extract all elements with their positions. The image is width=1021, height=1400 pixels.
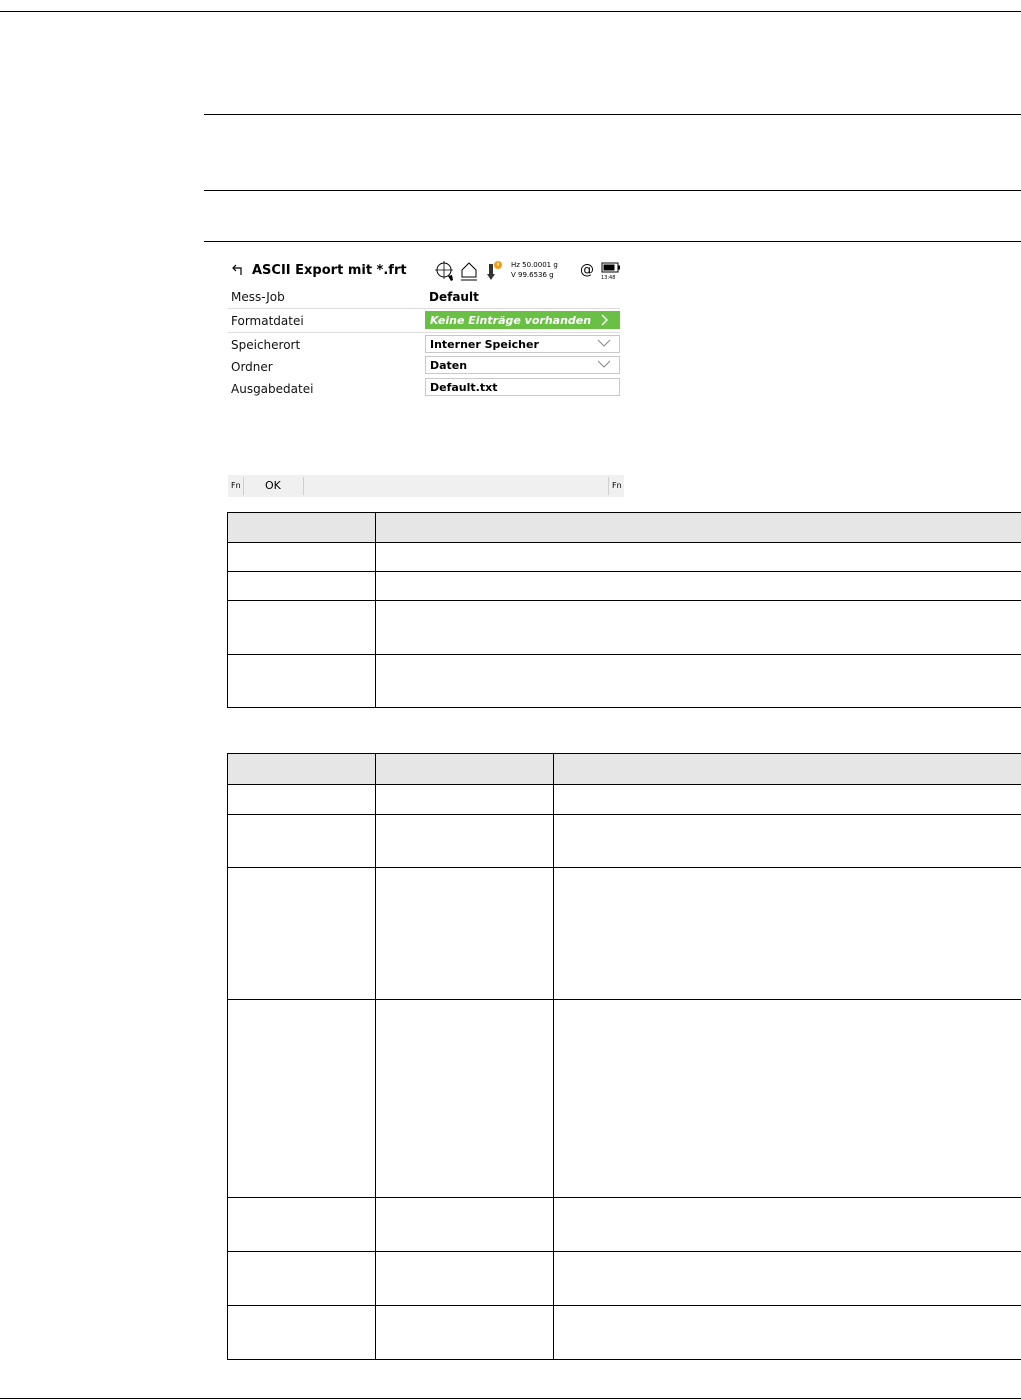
ausgabedatei-input[interactable]: Default.txt [425, 378, 620, 396]
table-cell [375, 1305, 554, 1360]
field-row-ordner: Ordner Daten [228, 356, 620, 378]
softkey-separator [243, 477, 244, 495]
prism-warning-icon [487, 261, 502, 280]
table-cell [375, 1197, 554, 1252]
table-cell [375, 600, 1021, 655]
page-top-rule [0, 11, 1021, 12]
formatdatei-value: Keine Einträge vorhanden [430, 314, 592, 327]
mess-job-value: Default [429, 290, 479, 304]
table-cell [227, 600, 376, 655]
home-station-icon [461, 262, 477, 281]
formatdatei-selector[interactable]: Keine Einträge vorhanden [425, 311, 620, 329]
softkey-bar: Fn OK Fn [228, 475, 624, 497]
ausgabedatei-value: Default.txt [430, 381, 498, 394]
table-cell [227, 1197, 376, 1252]
table-cell [375, 542, 1021, 572]
table-cell [227, 814, 376, 868]
softkey-separator [608, 477, 609, 495]
table-row [227, 1197, 1021, 1252]
speicherort-dropdown[interactable]: Interner Speicher [425, 335, 620, 353]
table-cell [227, 867, 376, 1000]
mess-job-label: Mess-Job [231, 290, 285, 304]
table-cell [375, 784, 554, 815]
field-row-ausgabedatei: Ausgabedatei Default.txt [228, 378, 620, 400]
clock-time: 13:48 [601, 275, 616, 281]
table-cell [227, 999, 376, 1198]
table-cell [227, 654, 376, 708]
ordner-dropdown[interactable]: Daten [425, 356, 620, 374]
table-cell [553, 1197, 1021, 1252]
page-bottom-rule [0, 1398, 1021, 1399]
table-row [227, 571, 1021, 601]
table-row [227, 600, 1021, 655]
at-icon: @ [580, 262, 594, 278]
screen-title-bar: ASCII Export mit *.frt Hz 50.0001 g V 99… [228, 258, 624, 284]
table-cell [375, 999, 554, 1198]
hz-readout: Hz 50.0001 g [511, 261, 558, 269]
table-row [227, 999, 1021, 1198]
table-header-cell [375, 512, 1021, 543]
chevron-down-icon [597, 360, 611, 368]
table-header-cell [375, 753, 554, 785]
table-cell [375, 814, 554, 868]
field-row-mess-job: Mess-Job Default [228, 286, 620, 309]
table-header-cell [553, 753, 1021, 785]
table-row [227, 654, 1021, 708]
fn-left-key[interactable]: Fn [231, 475, 241, 497]
fn-right-key[interactable]: Fn [612, 475, 622, 497]
table-header-cell [227, 753, 376, 785]
table-cell [375, 1251, 554, 1306]
ausgabedatei-label: Ausgabedatei [231, 382, 314, 396]
table-cell [553, 999, 1021, 1198]
section-rule-1 [204, 114, 1021, 115]
ordner-label: Ordner [231, 360, 273, 374]
screen-title: ASCII Export mit *.frt [252, 263, 407, 278]
table-cell [375, 654, 1021, 708]
table-cell [227, 1305, 376, 1360]
softkey-table [227, 512, 1021, 708]
table-row [227, 867, 1021, 1000]
table-cell [227, 1251, 376, 1306]
table-cell [553, 1305, 1021, 1360]
ok-button[interactable]: OK [265, 475, 281, 497]
table-cell [227, 542, 376, 572]
table-cell [553, 1251, 1021, 1306]
device-screen: ASCII Export mit *.frt Hz 50.0001 g V 99… [228, 258, 624, 498]
table-row [227, 1305, 1021, 1360]
angle-readout: Hz 50.0001 g V 99.6536 g [511, 260, 558, 280]
field-row-speicherort: Speicherort Interner Speicher [228, 334, 620, 356]
back-arrow-icon[interactable] [230, 263, 244, 277]
speicherort-label: Speicherort [231, 338, 301, 352]
table-header-row [227, 512, 1021, 543]
speicherort-value: Interner Speicher [430, 338, 539, 351]
table-row [227, 814, 1021, 868]
table-cell [553, 814, 1021, 868]
section-rule-2 [204, 190, 1021, 191]
battery-icon [601, 262, 620, 273]
field-description-table [227, 753, 1021, 1360]
softkey-separator [303, 477, 304, 495]
field-row-formatdatei: Formatdatei Keine Einträge vorhanden [228, 310, 620, 333]
ordner-value: Daten [430, 359, 468, 372]
table-header-row [227, 753, 1021, 785]
table-cell [375, 867, 554, 1000]
table-cell [227, 571, 376, 601]
target-hand-icon [435, 261, 453, 281]
table-cell [553, 784, 1021, 815]
v-readout: V 99.6536 g [511, 271, 554, 279]
table-row [227, 542, 1021, 572]
table-row [227, 1251, 1021, 1306]
table-cell [553, 867, 1021, 1000]
table-row [227, 784, 1021, 815]
table-cell [227, 784, 376, 815]
formatdatei-label: Formatdatei [231, 314, 304, 328]
chevron-right-icon [601, 314, 608, 326]
chevron-down-icon [597, 339, 611, 347]
section-rule-3 [204, 241, 1021, 242]
table-header-cell [227, 512, 376, 543]
table-cell [375, 571, 1021, 601]
